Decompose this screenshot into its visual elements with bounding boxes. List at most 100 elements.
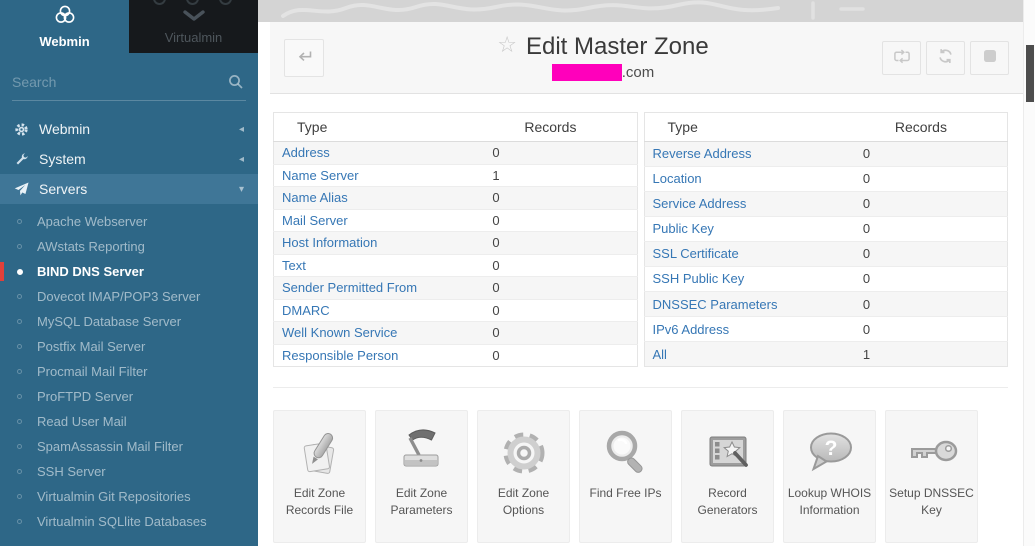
sidebar-item-label: Read User Mail — [37, 414, 127, 429]
sidebar-item-mysql-database-server[interactable]: MySQL Database Server — [0, 309, 258, 334]
sidebar-section-webmin[interactable]: Webmin◂ — [0, 114, 258, 144]
tab-virtualmin[interactable]: Virtualmin — [129, 0, 258, 53]
record-types-table-left: Type Records Address 0 Name Server 1 Nam… — [273, 112, 638, 367]
record-type-link[interactable]: DNSSEC Parameters — [653, 297, 778, 312]
action-card-record-generators[interactable]: Record Generators — [681, 410, 774, 543]
record-type-link[interactable]: Address — [282, 145, 330, 160]
key-icon — [905, 421, 959, 485]
bullet-icon — [17, 419, 22, 424]
record-type-link[interactable]: SSH Public Key — [653, 271, 745, 286]
sidebar-section-label: Webmin — [39, 121, 90, 137]
star-icon[interactable]: ☆ — [497, 32, 517, 57]
record-count: 0 — [855, 317, 1008, 342]
sidebar-section-servers[interactable]: Servers▾ — [0, 174, 258, 204]
record-type-link[interactable]: Mail Server — [282, 213, 348, 228]
section-divider — [273, 387, 1008, 388]
zone-domain: .com — [324, 64, 882, 81]
column-header-type: Type — [274, 113, 485, 142]
record-count: 0 — [484, 254, 637, 277]
sidebar-item-read-user-mail[interactable]: Read User Mail — [0, 409, 258, 434]
scrollbar[interactable] — [1023, 0, 1035, 546]
record-type-link[interactable]: SSL Certificate — [653, 246, 739, 261]
action-card-label: Record Generators — [682, 485, 773, 519]
record-type-link[interactable]: Sender Permitted From — [282, 280, 417, 295]
sidebar-item-proftpd-server[interactable]: ProFTPD Server — [0, 384, 258, 409]
header-buttons — [882, 41, 1009, 75]
bullet-icon — [17, 469, 22, 474]
sidebar-item-label: BIND DNS Server — [37, 264, 144, 279]
product-tabs: Webmin Virtualmin — [0, 0, 258, 53]
record-type-row: Responsible Person 0 — [274, 344, 638, 367]
record-type-row: Location 0 — [644, 167, 1008, 192]
record-type-row: Text 0 — [274, 254, 638, 277]
action-card-label: Edit Zone Options — [478, 485, 569, 519]
action-card-edit-zone-options[interactable]: Edit Zone Options — [477, 410, 570, 543]
sidebar-item-bind-dns-server[interactable]: BIND DNS Server — [0, 259, 258, 284]
desk-lamp-icon — [395, 421, 449, 485]
action-card-label: Edit Zone Parameters — [376, 485, 467, 519]
record-type-link[interactable]: IPv6 Address — [653, 322, 730, 337]
record-type-link[interactable]: Location — [653, 171, 702, 186]
record-count: 0 — [855, 142, 1008, 167]
stop-icon — [983, 49, 997, 66]
refresh-button[interactable] — [926, 41, 965, 75]
active-item-marker — [0, 262, 4, 281]
column-header-records: Records — [484, 113, 637, 142]
tab-webmin[interactable]: Webmin — [0, 0, 129, 53]
page-header: ☆Edit Master Zone .com — [270, 22, 1023, 94]
record-type-link[interactable]: Service Address — [653, 196, 747, 211]
action-card-edit-zone-parameters[interactable]: Edit Zone Parameters — [375, 410, 468, 543]
top-strip — [258, 0, 1023, 22]
wrench-icon — [14, 152, 39, 167]
record-type-link[interactable]: Responsible Person — [282, 348, 398, 363]
gear-icon — [14, 122, 39, 137]
tab-webmin-label: Webmin — [39, 34, 89, 49]
record-type-link[interactable]: Reverse Address — [653, 146, 752, 161]
record-type-row: Host Information 0 — [274, 232, 638, 255]
sidebar-section-system[interactable]: System◂ — [0, 144, 258, 174]
svg-text:?: ? — [824, 437, 837, 460]
sidebar-item-ssh-server[interactable]: SSH Server — [0, 459, 258, 484]
sidebar-item-label: Postfix Mail Server — [37, 339, 145, 354]
action-card-setup-dnssec-key[interactable]: Setup DNSSEC Key — [885, 410, 978, 543]
record-type-row: Address 0 — [274, 142, 638, 165]
record-type-link[interactable]: Text — [282, 258, 306, 273]
sidebar-item-virtualmin-git-repositories[interactable]: Virtualmin Git Repositories — [0, 484, 258, 509]
sidebar-item-apache-webserver[interactable]: Apache Webserver — [0, 209, 258, 234]
record-count: 0 — [484, 142, 637, 165]
ghost-scribble — [258, 0, 958, 22]
bullet-icon — [17, 344, 22, 349]
sidebar-item-label: SpamAssassin Mail Filter — [37, 439, 183, 454]
scrollbar-thumb[interactable] — [1026, 45, 1034, 102]
record-type-link[interactable]: Public Key — [653, 221, 714, 236]
bullet-icon — [17, 444, 22, 449]
bullet-icon — [17, 269, 23, 275]
record-count: 0 — [484, 277, 637, 300]
sidebar-item-dovecot-imap-pop3-server[interactable]: Dovecot IMAP/POP3 Server — [0, 284, 258, 309]
column-header-records: Records — [855, 113, 1008, 142]
record-types-table-right: Type Records Reverse Address 0 Location … — [644, 112, 1009, 367]
action-card-edit-zone-records-file[interactable]: Edit Zone Records File — [273, 410, 366, 543]
sidebar-item-awstats-reporting[interactable]: AWstats Reporting — [0, 234, 258, 259]
record-type-link[interactable]: Well Known Service — [282, 325, 397, 340]
action-card-find-free-ips[interactable]: Find Free IPs — [579, 410, 672, 543]
sidebar-item-virtualmin-sqllite-databases[interactable]: Virtualmin SQLlite Databases — [0, 509, 258, 534]
sidebar-item-procmail-mail-filter[interactable]: Procmail Mail Filter — [0, 359, 258, 384]
record-type-link[interactable]: Name Alias — [282, 190, 348, 205]
search-input[interactable] — [12, 74, 226, 90]
record-type-link[interactable]: Host Information — [282, 235, 377, 250]
record-count: 1 — [484, 164, 637, 187]
record-type-link[interactable]: Name Server — [282, 168, 359, 183]
back-button[interactable] — [284, 39, 324, 77]
stop-button[interactable] — [970, 41, 1009, 75]
sidebar-section-label: System — [39, 151, 86, 167]
record-type-link[interactable]: DMARC — [282, 303, 330, 318]
sidebar-item-spamassassin-mail-filter[interactable]: SpamAssassin Mail Filter — [0, 434, 258, 459]
sidebar-item-postfix-mail-server[interactable]: Postfix Mail Server — [0, 334, 258, 359]
search-icon[interactable] — [226, 74, 246, 90]
sidebar-nav: Webmin◂System◂Servers▾ Apache WebserverAW… — [0, 114, 258, 546]
repeat-button[interactable] — [882, 41, 921, 75]
record-type-row: Sender Permitted From 0 — [274, 277, 638, 300]
record-type-link[interactable]: All — [653, 347, 667, 362]
action-card-lookup-whois-information[interactable]: ?Lookup WHOIS Information — [783, 410, 876, 543]
